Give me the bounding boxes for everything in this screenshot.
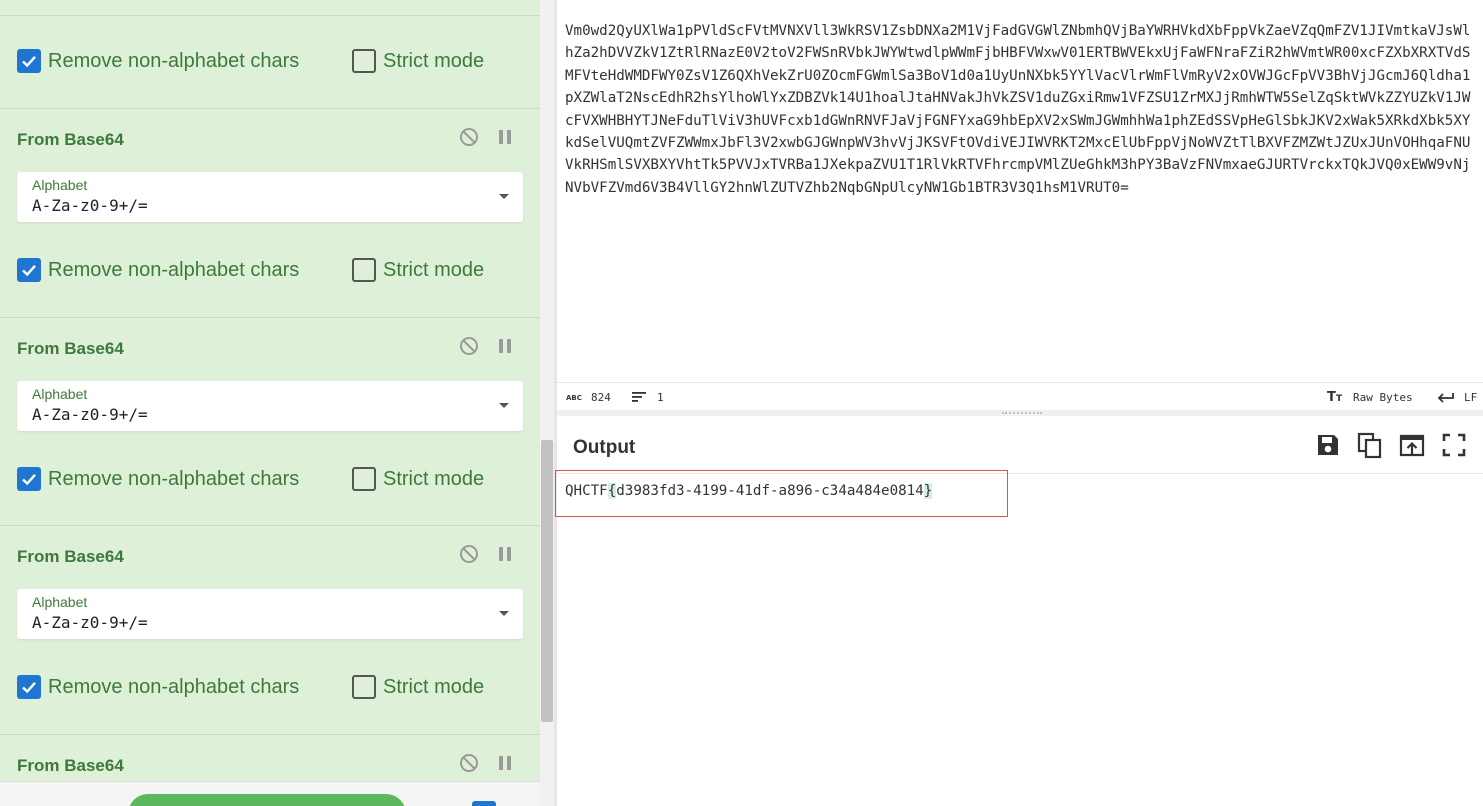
svg-text:T: T (1327, 390, 1336, 403)
output-open-brace: { (607, 483, 617, 499)
check-icon (22, 264, 36, 277)
disable-icon[interactable] (459, 544, 479, 564)
input-format[interactable]: Raw Bytes (1353, 391, 1413, 404)
input-eol[interactable]: LF (1464, 391, 1477, 404)
strict-mode-label: Strict mode (383, 259, 485, 281)
pause-icon[interactable] (495, 127, 515, 147)
strict-mode-label: Strict mode (383, 676, 485, 698)
input-textarea[interactable]: Vm0wd2QyUXlWa1pPVldScFVtMVNXVll3WkRSV1Zs… (557, 0, 1483, 383)
option-row: Remove non-alphabet chars Strict mode (17, 49, 537, 75)
remove-non-alphabet-label: Remove non-alphabet chars (48, 50, 300, 72)
alphabet-value: A-Za-z0-9+/= (32, 196, 148, 215)
output-title: Output (573, 437, 636, 458)
alphabet-label: Alphabet (32, 594, 88, 610)
move-to-input-icon[interactable] (1398, 431, 1426, 459)
input-length: 824 (591, 391, 611, 404)
operation-title: From Base64 (17, 339, 124, 358)
output-textarea[interactable]: QHCTF{d3983fd3-4199-41df-a896-c34a484e08… (555, 470, 1483, 806)
pause-icon[interactable] (495, 544, 515, 564)
disable-icon[interactable] (459, 753, 479, 773)
lines-icon (632, 392, 646, 402)
strict-mode-checkbox[interactable] (352, 675, 376, 699)
svg-text:ABC: ABC (566, 394, 582, 402)
operation-title: From Base64 (17, 547, 124, 566)
return-arrow-icon (1437, 393, 1454, 403)
strict-mode-checkbox[interactable] (352, 258, 376, 282)
recipe-scrollbar-thumb[interactable] (541, 440, 553, 722)
remove-non-alphabet-checkbox[interactable] (17, 258, 41, 282)
option-row: Remove non-alphabet chars Strict mode (17, 258, 537, 284)
abc-icon: ABC (566, 394, 582, 402)
output-prefix: QHCTF (565, 483, 608, 499)
copy-icon[interactable] (1356, 431, 1384, 459)
remove-non-alphabet-label: Remove non-alphabet chars (48, 259, 300, 281)
option-row: Remove non-alphabet chars Strict mode (17, 675, 537, 701)
alphabet-value: A-Za-z0-9+/= (32, 405, 148, 424)
strict-mode-label: Strict mode (383, 468, 485, 490)
input-status-bar: ABC 824 1 T T Raw Bytes LF (557, 383, 1483, 411)
alphabet-dropdown[interactable]: Alphabet A-Za-z0-9+/= (17, 589, 523, 639)
check-icon (22, 681, 36, 694)
pause-icon[interactable] (495, 753, 515, 773)
operation-from-base64: From Base64 Alphabet A-Za-z0-9+/= Remove… (0, 525, 540, 733)
resize-grip-icon (1002, 412, 1042, 414)
disable-icon[interactable] (459, 336, 479, 356)
recipe-panel: Remove non-alphabet chars Strict mode Fr… (0, 0, 540, 806)
strict-mode-label: Strict mode (383, 50, 485, 72)
operation-from-base64: From Base64 Alphabet A-Za-z0-9+/= Remove… (0, 108, 540, 316)
chevron-down-icon (499, 194, 509, 199)
chevron-down-icon (499, 611, 509, 616)
input-text[interactable]: Vm0wd2QyUXlWa1pPVldScFVtMVNXVll3WkRSV1Zs… (565, 20, 1475, 199)
alphabet-dropdown[interactable]: Alphabet A-Za-z0-9+/= (17, 381, 523, 431)
recipe-op-top-edge (0, 0, 540, 16)
alphabet-label: Alphabet (32, 386, 88, 402)
save-icon[interactable] (1314, 431, 1342, 459)
operation-title: From Base64 (17, 756, 124, 775)
remove-non-alphabet-checkbox[interactable] (17, 49, 41, 73)
output-text[interactable]: QHCTF{d3983fd3-4199-41df-a896-c34a484e08… (565, 483, 933, 499)
alphabet-label: Alphabet (32, 177, 88, 193)
strict-mode-checkbox[interactable] (352, 467, 376, 491)
text-format-icon[interactable]: T T (1327, 389, 1345, 403)
check-icon (22, 55, 36, 68)
maximise-icon[interactable] (1440, 431, 1468, 459)
alphabet-dropdown[interactable]: Alphabet A-Za-z0-9+/= (17, 172, 523, 222)
input-lines: 1 (657, 391, 664, 404)
svg-text:T: T (1336, 394, 1343, 403)
strict-mode-checkbox[interactable] (352, 49, 376, 73)
remove-non-alphabet-label: Remove non-alphabet chars (48, 468, 300, 490)
auto-bake-checkbox[interactable] (472, 801, 496, 806)
remove-non-alphabet-label: Remove non-alphabet chars (48, 676, 300, 698)
output-header: Output (557, 416, 1483, 474)
remove-non-alphabet-checkbox[interactable] (17, 467, 41, 491)
check-icon (22, 473, 36, 486)
remove-non-alphabet-checkbox[interactable] (17, 675, 41, 699)
pause-icon[interactable] (495, 336, 515, 356)
operation-from-base64: From Base64 Alphabet A-Za-z0-9+/= Remove… (0, 317, 540, 525)
disable-icon[interactable] (459, 127, 479, 147)
option-row: Remove non-alphabet chars Strict mode (17, 467, 537, 493)
output-close-brace: } (923, 483, 933, 499)
chevron-down-icon (499, 403, 509, 408)
operation-title: From Base64 (17, 130, 124, 149)
output-flag-value: d3983fd3-4199-41df-a896-c34a484e0814 (616, 483, 924, 499)
operation-from-base64: From Base64 (0, 734, 540, 781)
alphabet-value: A-Za-z0-9+/= (32, 613, 148, 632)
bake-button[interactable] (128, 794, 406, 806)
